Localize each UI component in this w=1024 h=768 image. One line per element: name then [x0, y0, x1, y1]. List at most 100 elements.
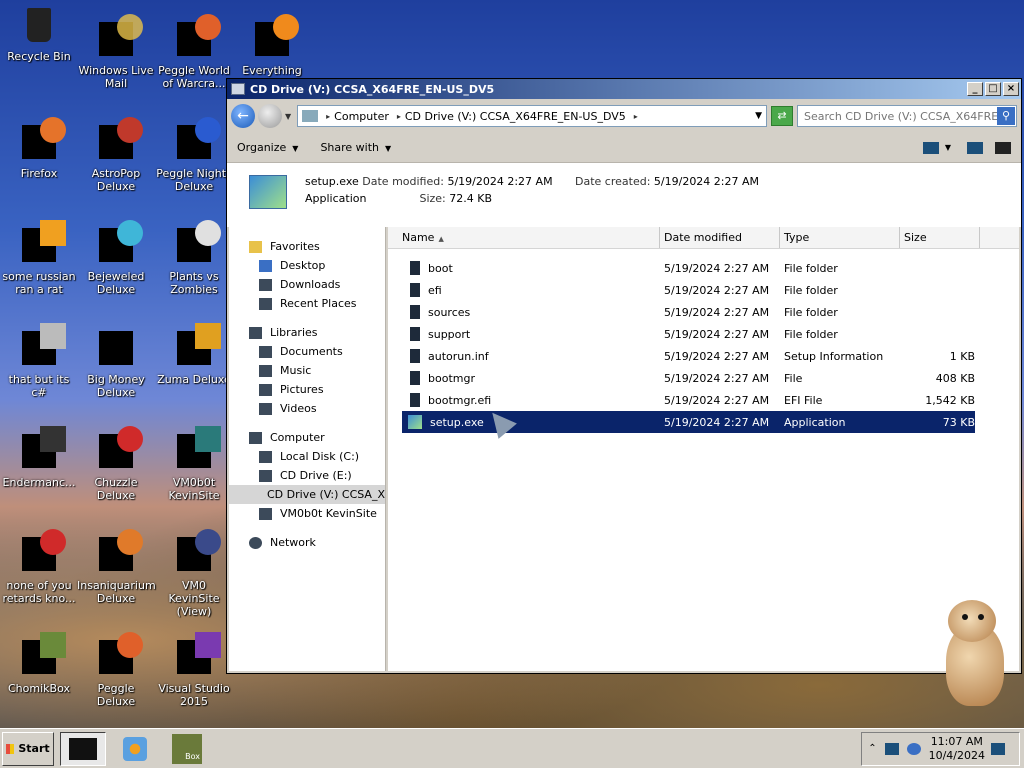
column-header-name[interactable]: Name ▲ — [388, 227, 660, 248]
show-desktop-icon[interactable] — [991, 742, 1005, 755]
network-icon — [249, 536, 262, 549]
column-header-date[interactable]: Date modified — [660, 227, 780, 248]
title-bar[interactable]: CD Drive (V:) CCSA_X64FRE_EN-US_DV5 _ □ … — [227, 79, 1021, 99]
desktop-icon-insaniquarium[interactable]: Insaniquarium Deluxe — [77, 529, 156, 605]
desktop-icon-zuma[interactable]: Zuma Deluxe — [155, 323, 233, 386]
desktop-icon-label: Bejeweled Deluxe — [87, 270, 145, 296]
nav-downloads[interactable]: Downloads — [229, 275, 385, 294]
file-row[interactable]: boot 5/19/2024 2:27 AM File folder — [402, 257, 975, 279]
desktop-icon-peggle-deluxe[interactable]: Peggle Deluxe — [77, 632, 155, 708]
nav-recent-places[interactable]: Recent Places — [229, 294, 385, 313]
desktop-icon-bejeweled[interactable]: Bejeweled Deluxe — [77, 220, 155, 296]
desktop-icon-astropop[interactable]: AstroPop Deluxe — [77, 117, 155, 193]
file-name: sources — [428, 305, 471, 319]
desktop-icon-that-but-csharp[interactable]: that but its c# — [0, 323, 78, 399]
change-view-icon[interactable] — [922, 141, 939, 154]
nav-network[interactable]: Network — [229, 533, 385, 552]
nav-local-disk[interactable]: Local Disk (C:) — [229, 447, 385, 466]
nav-computer[interactable]: Computer — [229, 428, 385, 447]
minimize-button[interactable]: _ — [967, 82, 983, 96]
details-filetype: Application — [305, 192, 367, 205]
file-row[interactable]: autorun.inf 5/19/2024 2:27 AM Setup Info… — [402, 345, 975, 367]
desktop-icon-firefox[interactable]: Firefox — [0, 117, 78, 180]
everything-icon — [255, 14, 299, 56]
file-row[interactable]: efi 5/19/2024 2:27 AM File folder — [402, 279, 975, 301]
column-header-size[interactable]: Size — [900, 227, 980, 248]
file-name: bootmgr.efi — [428, 393, 492, 407]
volume-icon[interactable] — [906, 742, 921, 755]
nav-desktop[interactable]: Desktop — [229, 256, 385, 275]
file-icon — [410, 393, 420, 407]
file-name: bootmgr — [428, 371, 475, 385]
file-type: File folder — [784, 327, 838, 341]
start-button[interactable]: Start — [2, 731, 54, 766]
taskbar-media-player[interactable] — [112, 732, 158, 766]
desktop-icon-endermanch[interactable]: Endermanc... — [0, 426, 78, 489]
desktop-icon-big-money[interactable]: Big Money Deluxe — [77, 331, 155, 399]
nav-libraries[interactable]: Libraries — [229, 323, 385, 342]
clock[interactable]: 11:07 AM 10/4/2024 — [929, 735, 985, 763]
search-input[interactable] — [804, 109, 997, 123]
nav-videos[interactable]: Videos — [229, 399, 385, 418]
column-header-type[interactable]: Type — [780, 227, 900, 248]
desktop-icon-vm0-kevinsite-view[interactable]: VM0 KevinSite (View) — [155, 529, 233, 618]
address-input[interactable]: ▸ Computer ▸ CD Drive (V:) CCSA_X64FRE_E… — [297, 105, 767, 127]
breadcrumb-computer[interactable]: Computer — [334, 110, 389, 123]
desktop-icon-chomikbox[interactable]: ChomikBox — [0, 632, 78, 695]
nav-documents[interactable]: Documents — [229, 342, 385, 361]
vm-view-icon — [177, 529, 221, 571]
nav-music[interactable]: Music — [229, 361, 385, 380]
forward-button[interactable] — [258, 104, 282, 128]
file-row[interactable]: sources 5/19/2024 2:27 AM File folder — [402, 301, 975, 323]
nav-vm0b0t-kevinsite[interactable]: VM0b0t KevinSite — [229, 504, 385, 523]
recent-places-icon — [259, 297, 272, 310]
breadcrumb-cd-drive[interactable]: CD Drive (V:) CCSA_X64FRE_EN-US_DV5 — [405, 110, 626, 123]
desktop-icon-peggle-nights[interactable]: Peggle Nights Deluxe — [155, 117, 233, 193]
nav-pictures[interactable]: Pictures — [229, 380, 385, 399]
refresh-button[interactable]: ⇄ — [771, 106, 793, 126]
chevron-right-icon[interactable]: ▸ — [634, 112, 638, 121]
search-icon[interactable]: ⚲ — [997, 107, 1015, 125]
back-button[interactable]: ← — [231, 104, 255, 128]
chevron-right-icon[interactable]: ▸ — [397, 112, 401, 121]
nav-cd-drive-v[interactable]: CD Drive (V:) CCSA_X6 — [229, 485, 385, 504]
share-with-button[interactable]: Share with ▼ — [320, 141, 391, 154]
organize-button[interactable]: Organize ▼ — [237, 141, 298, 154]
file-row[interactable]: bootmgr 5/19/2024 2:27 AM File 408 KB — [402, 367, 975, 389]
taskbar-explorer[interactable] — [60, 731, 106, 766]
column-headers: Name ▲ Date modified Type Size — [388, 227, 1019, 249]
desktop-icon-visual-studio[interactable]: Visual Studio 2015 — [155, 632, 233, 708]
search-box[interactable]: ⚲ — [797, 105, 1017, 127]
taskbar-chomikbox[interactable]: Box — [164, 732, 210, 766]
close-button[interactable]: × — [1003, 82, 1019, 96]
file-name: setup.exe — [430, 415, 484, 429]
network-tray-icon[interactable] — [884, 742, 899, 755]
desktop-icon-plants-vs-zombies[interactable]: Plants vs Zombies — [155, 220, 233, 296]
maximize-button[interactable]: □ — [985, 82, 1001, 96]
view-options-dropdown[interactable]: ▼ — [945, 143, 951, 152]
show-hidden-icons-icon[interactable]: ⌃ — [868, 743, 876, 755]
desktop-icon-recycle-bin[interactable]: Recycle Bin — [0, 8, 78, 63]
file-row[interactable]: bootmgr.efi 5/19/2024 2:27 AM EFI File 1… — [402, 389, 975, 411]
desktop-icon-russian-rat[interactable]: some russian ran a rat — [0, 220, 78, 296]
desktop-icon-none-of-you[interactable]: none of you retards kno... — [0, 529, 78, 605]
chevron-right-icon[interactable]: ▸ — [326, 112, 330, 121]
desktop-icon-peggle-wow[interactable]: Peggle World of Warcra... — [155, 14, 233, 90]
desktop-icon-vm0b0t-kevinsite[interactable]: VM0b0t KevinSite — [155, 426, 233, 502]
preview-pane-icon[interactable] — [967, 141, 983, 154]
address-dropdown-icon[interactable]: ▼ — [755, 111, 762, 121]
nav-cd-drive-e[interactable]: CD Drive (E:) — [229, 466, 385, 485]
desktop-icon-chuzzle[interactable]: Chuzzle Deluxe — [77, 426, 155, 502]
nav-favorites[interactable]: Favorites — [229, 237, 385, 256]
file-row[interactable]: support 5/19/2024 2:27 AM File folder — [402, 323, 975, 345]
help-icon[interactable] — [995, 141, 1011, 154]
file-name: boot — [428, 261, 453, 275]
desktop-icon-windows-live-mail[interactable]: Windows Live Mail — [77, 14, 155, 90]
desktop-icon-everything[interactable]: Everything — [233, 14, 311, 77]
desktop-icon-label: Plants vs Zombies — [169, 270, 219, 296]
computer-icon — [249, 431, 262, 444]
pictures-icon — [259, 383, 272, 396]
cd-drive-icon — [259, 469, 272, 482]
recent-pages-dropdown[interactable]: ▼ — [285, 112, 291, 121]
details-size: 72.4 KB — [449, 192, 493, 205]
